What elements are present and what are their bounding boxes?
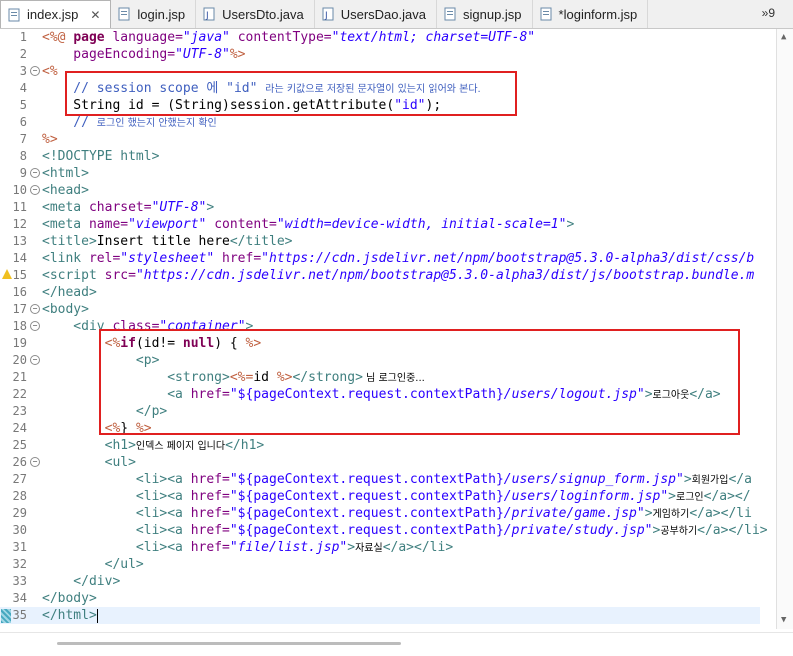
svg-text:J: J: [205, 11, 209, 21]
tab-label: UsersDto.java: [222, 6, 304, 22]
tab-label: login.jsp: [137, 6, 186, 22]
code-line: 11 <meta charset="UTF-8">: [12, 200, 215, 215]
code-line: 14 <link rel="stylesheet" href="https://c…: [12, 251, 755, 266]
code-line: 25 <h1>인덱스 페이지 입니다</h1>: [12, 438, 265, 453]
text-cursor: [96, 608, 98, 623]
code-line-current: 35 </html>: [0, 607, 760, 624]
code-line: 30 <li><a href="${pageContext.request.co…: [12, 523, 768, 538]
java-file-icon: J: [202, 7, 216, 21]
code-line: 34 </body>: [12, 591, 97, 606]
svg-text:J: J: [324, 11, 328, 21]
code-editor[interactable]: 1 <%@ page language="java" contentType="t…: [0, 29, 793, 656]
highlight-box-if-block: [99, 329, 740, 435]
code-line: 29 <li><a href="${pageContext.request.co…: [12, 506, 752, 521]
scroll-down-icon[interactable]: ▼: [781, 615, 786, 625]
fold-toggle-icon[interactable]: −: [30, 304, 40, 314]
code-line: 15 <script src="https://cdn.jsdelivr.net/…: [0, 267, 760, 284]
fold-toggle-icon[interactable]: −: [30, 168, 40, 178]
code-line: 9− <html>: [19, 166, 89, 181]
jsp-file-icon: [7, 8, 21, 22]
code-line: 26− <ul>: [12, 455, 136, 470]
code-line: 10− <head>: [12, 183, 89, 198]
tab-login-jsp[interactable]: login.jsp: [111, 0, 197, 28]
close-icon[interactable]: ✕: [90, 8, 100, 22]
tab-label: signup.jsp: [462, 6, 522, 22]
tab-overflow-button[interactable]: »9: [762, 0, 793, 28]
jsp-file-icon: [539, 7, 553, 21]
code-line: 2 pageEncoding="UTF-8"%>: [19, 47, 246, 62]
horizontal-scroll-thumb[interactable]: [57, 642, 401, 645]
tab-index-jsp[interactable]: index.jsp ✕: [0, 0, 112, 28]
code-line: 8 <!DOCTYPE html>: [19, 149, 160, 164]
jsp-file-icon: [117, 7, 131, 21]
editor-tab-bar: index.jsp ✕ login.jsp J UsersDto.java J …: [0, 0, 793, 29]
fold-toggle-icon[interactable]: −: [30, 321, 40, 331]
code-line: 32 </ul>: [12, 557, 144, 572]
tab-signup-jsp[interactable]: signup.jsp: [437, 0, 533, 28]
tab-label: index.jsp: [27, 7, 79, 22]
fold-toggle-icon[interactable]: −: [30, 66, 40, 76]
fold-toggle-icon[interactable]: −: [30, 185, 40, 195]
code-line: 1 <%@ page language="java" contentType="t…: [19, 30, 536, 45]
tab-label: *loginform.jsp: [558, 6, 638, 22]
code-line: 7 %>: [19, 132, 58, 147]
code-line: 17− <body>: [12, 302, 89, 317]
fold-toggle-icon[interactable]: −: [30, 355, 40, 365]
tab-usersdto-java[interactable]: J UsersDto.java: [196, 0, 315, 28]
code-line: 13 <title>Insert title here</title>: [12, 234, 293, 249]
highlight-box-session: [65, 71, 517, 116]
code-line: 28 <li><a href="${pageContext.request.co…: [12, 489, 751, 504]
code-line: 16 </head>: [12, 285, 97, 300]
jsp-file-icon: [443, 7, 457, 21]
tab-label: UsersDao.java: [340, 6, 426, 22]
tab-loginform-jsp[interactable]: *loginform.jsp: [533, 0, 649, 28]
code-line: 12 <meta name="viewport" content="width=d…: [12, 217, 575, 232]
fold-toggle-icon[interactable]: −: [30, 457, 40, 467]
code-line: 33 </div>: [12, 574, 121, 589]
tab-usersdao-java[interactable]: J UsersDao.java: [315, 0, 437, 28]
java-file-icon: J: [321, 7, 335, 21]
scroll-up-icon[interactable]: ▲: [781, 32, 786, 42]
code-line: 27 <li><a href="${pageContext.request.co…: [12, 472, 752, 487]
horizontal-scrollbar[interactable]: [0, 632, 793, 653]
code-line: 6 // 로그인 했는지 안했는지 확인: [19, 115, 217, 130]
vertical-scrollbar[interactable]: ▲ ▼: [776, 29, 793, 629]
code-line: 31 <li><a href="file/list.jsp">자료실</a></…: [12, 540, 454, 555]
